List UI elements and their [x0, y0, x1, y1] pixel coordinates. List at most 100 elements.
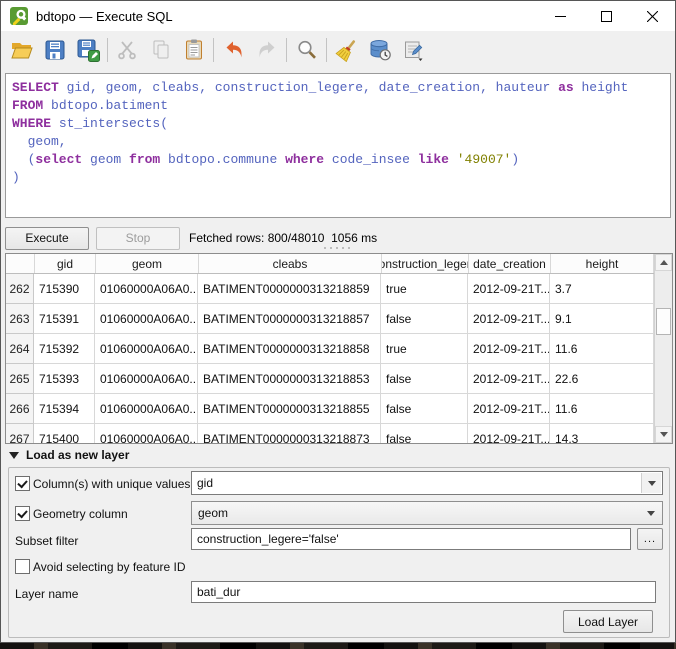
scroll-up-button[interactable] [655, 254, 672, 271]
table-cell[interactable]: 715390 [34, 274, 95, 304]
table-cell[interactable]: BATIMENT0000000313218857 [198, 304, 381, 334]
table-cell[interactable]: BATIMENT0000000313218859 [198, 274, 381, 304]
table-cell[interactable]: 14.3 [550, 424, 654, 443]
window-title: bdtopo — Execute SQL [36, 9, 173, 24]
row-number[interactable]: 263 [6, 304, 34, 334]
paste-button[interactable] [177, 34, 210, 66]
qgis-logo-icon [10, 7, 28, 25]
table-cell[interactable]: BATIMENT0000000313218855 [198, 394, 381, 424]
unique-values-checkbox[interactable] [15, 476, 30, 491]
table-cell[interactable]: 715394 [34, 394, 95, 424]
table-cell[interactable]: 01060000A06A0... [95, 424, 198, 443]
table-cell[interactable]: 11.6 [550, 394, 654, 424]
column-header-gid[interactable]: gid [35, 254, 96, 273]
execute-sql-window: bdtopo — Execute SQL [0, 0, 676, 649]
avoid-feature-id-label: Avoid selecting by feature ID [33, 560, 186, 574]
column-header-date_creation[interactable]: date_creation [469, 254, 551, 273]
column-header-height[interactable]: height [551, 254, 654, 273]
arrow-up-icon [660, 260, 668, 265]
table-cell[interactable]: true [381, 334, 468, 364]
splitter-handle[interactable] [323, 246, 351, 250]
vertical-scrollbar[interactable] [654, 254, 672, 443]
unique-values-value: gid [197, 476, 213, 490]
column-header-cleabs[interactable]: cleabs [199, 254, 382, 273]
row-number[interactable]: 265 [6, 364, 34, 394]
titlebar[interactable]: bdtopo — Execute SQL [1, 1, 675, 31]
sql-line: geom, [12, 133, 670, 151]
execute-button[interactable]: Execute [5, 227, 89, 250]
row-number[interactable]: 267 [6, 424, 34, 443]
table-cell[interactable]: 2012-09-21T... [468, 394, 550, 424]
background-window-strip [0, 643, 676, 649]
table-row[interactable]: 26771540001060000A06A0...BATIMENT0000000… [6, 424, 654, 443]
table-cell[interactable]: 01060000A06A0... [95, 394, 198, 424]
create-view-button[interactable] [396, 34, 429, 66]
layer-name-input[interactable]: bati_dur [191, 581, 656, 603]
geometry-column-checkbox[interactable] [15, 506, 30, 521]
dropdown-button[interactable] [641, 473, 661, 493]
table-cell[interactable]: 3.7 [550, 274, 654, 304]
close-button[interactable] [629, 1, 675, 31]
copy-button[interactable] [144, 34, 177, 66]
table-cell[interactable]: 2012-09-21T... [468, 334, 550, 364]
table-cell[interactable]: BATIMENT0000000313218853 [198, 364, 381, 394]
find-button[interactable] [290, 34, 323, 66]
table-row[interactable]: 26671539401060000A06A0...BATIMENT0000000… [6, 394, 654, 424]
avoid-feature-id-checkbox[interactable] [15, 559, 30, 574]
table-cell[interactable]: 715393 [34, 364, 95, 394]
table-cell[interactable]: BATIMENT0000000313218858 [198, 334, 381, 364]
table-cell[interactable]: 11.6 [550, 334, 654, 364]
table-cell[interactable]: 01060000A06A0... [95, 274, 198, 304]
unique-values-combo[interactable]: gid [191, 471, 663, 495]
load-as-new-layer-header[interactable]: Load as new layer [9, 448, 129, 462]
save-query-button[interactable] [38, 34, 71, 66]
table-cell[interactable]: 715392 [34, 334, 95, 364]
chevron-down-icon [647, 511, 655, 516]
table-cell[interactable]: 9.1 [550, 304, 654, 334]
query-history-button[interactable] [363, 34, 396, 66]
subset-filter-browse-button[interactable]: ... [637, 528, 663, 550]
scrollbar-thumb[interactable] [656, 308, 671, 335]
undo-button[interactable] [217, 34, 250, 66]
cut-button[interactable] [111, 34, 144, 66]
sql-editor[interactable]: SELECT gid, geom, cleabs, construction_l… [5, 73, 671, 218]
table-row[interactable]: 26271539001060000A06A0...BATIMENT0000000… [6, 274, 654, 304]
table-row[interactable]: 26371539101060000A06A0...BATIMENT0000000… [6, 304, 654, 334]
load-layer-button[interactable]: Load Layer [563, 610, 653, 633]
table-cell[interactable]: 2012-09-21T... [468, 364, 550, 394]
table-cell[interactable]: false [381, 304, 468, 334]
redo-button[interactable] [250, 34, 283, 66]
row-number[interactable]: 264 [6, 334, 34, 364]
table-cell[interactable]: 22.6 [550, 364, 654, 394]
row-number[interactable]: 262 [6, 274, 34, 304]
table-cell[interactable]: false [381, 394, 468, 424]
table-cell[interactable]: 01060000A06A0... [95, 304, 198, 334]
table-cell[interactable]: 715391 [34, 304, 95, 334]
stop-button[interactable]: Stop [96, 227, 180, 250]
minimize-button[interactable] [537, 1, 583, 31]
scroll-down-button[interactable] [655, 426, 672, 443]
column-header-geom[interactable]: geom [96, 254, 199, 273]
table-row[interactable]: 26471539201060000A06A0...BATIMENT0000000… [6, 334, 654, 364]
column-header-construction_legere[interactable]: construction_legere [382, 254, 469, 273]
table-cell[interactable]: 715400 [34, 424, 95, 443]
table-corner-cell[interactable] [6, 254, 35, 273]
table-cell[interactable]: 01060000A06A0... [95, 334, 198, 364]
subset-filter-input[interactable]: construction_legere='false' [191, 528, 631, 550]
maximize-button[interactable] [583, 1, 629, 31]
scrollbar-track[interactable] [655, 271, 672, 426]
table-cell[interactable]: 2012-09-21T... [468, 274, 550, 304]
table-cell[interactable]: 2012-09-21T... [468, 304, 550, 334]
table-cell[interactable]: BATIMENT0000000313218873 [198, 424, 381, 443]
save-query-as-button[interactable] [71, 34, 104, 66]
table-cell[interactable]: 2012-09-21T... [468, 424, 550, 443]
table-cell[interactable]: false [381, 424, 468, 443]
table-cell[interactable]: false [381, 364, 468, 394]
open-query-button[interactable] [5, 34, 38, 66]
table-row[interactable]: 26571539301060000A06A0...BATIMENT0000000… [6, 364, 654, 394]
geometry-column-combo[interactable]: geom [191, 501, 663, 525]
table-cell[interactable]: 01060000A06A0... [95, 364, 198, 394]
clear-sql-button[interactable] [330, 34, 363, 66]
row-number[interactable]: 266 [6, 394, 34, 424]
table-cell[interactable]: true [381, 274, 468, 304]
